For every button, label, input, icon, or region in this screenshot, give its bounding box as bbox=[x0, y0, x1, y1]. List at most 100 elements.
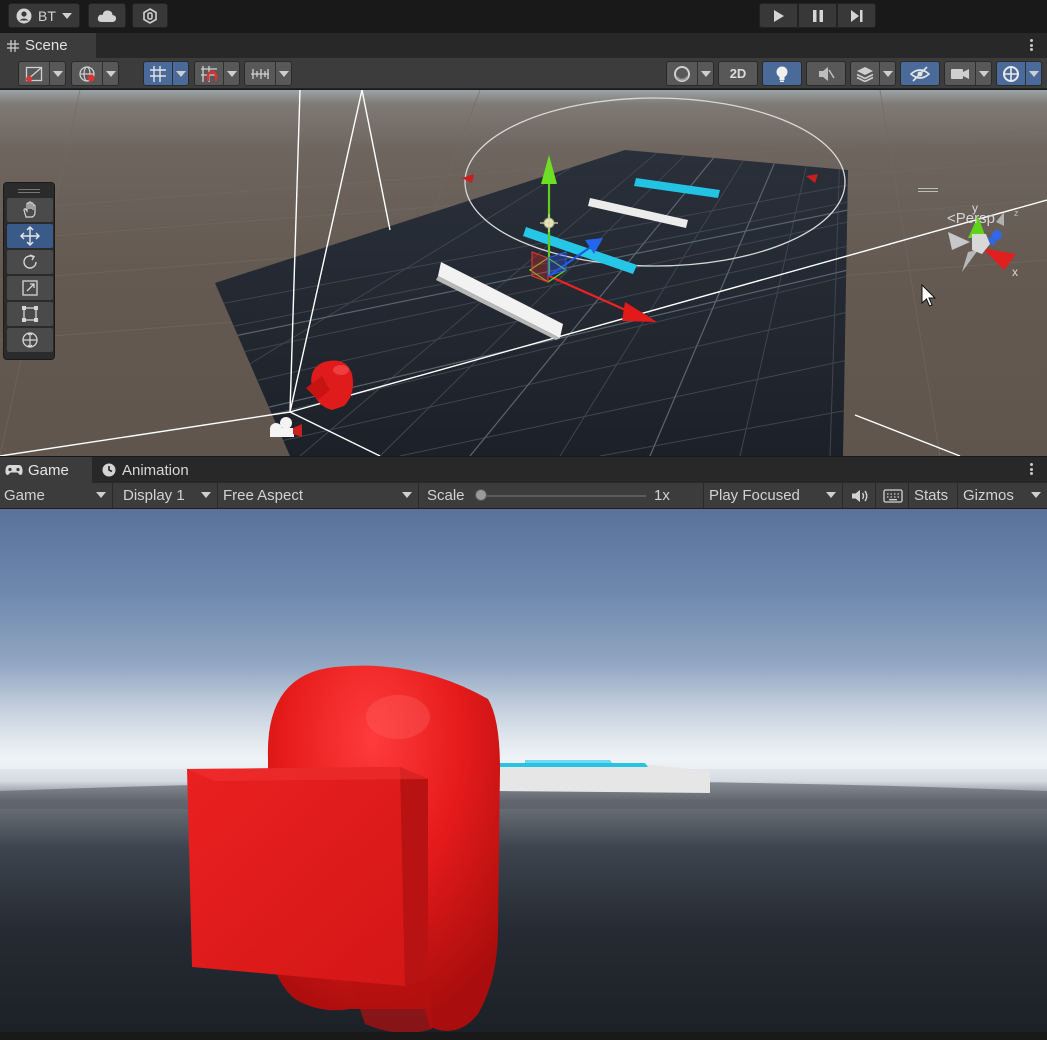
step-button[interactable] bbox=[837, 3, 876, 28]
chevron-down-icon bbox=[105, 70, 116, 77]
toggle-2d-button[interactable]: 2D bbox=[718, 61, 758, 86]
chevron-down-icon bbox=[226, 70, 237, 77]
scale-slider-thumb[interactable] bbox=[475, 489, 487, 501]
collab-icon bbox=[143, 7, 157, 24]
move-icon bbox=[20, 226, 40, 246]
transform-tool-button[interactable] bbox=[7, 328, 53, 352]
top-bar: BT bbox=[0, 0, 1047, 32]
account-label: BT bbox=[38, 7, 56, 24]
keyboard-icon bbox=[882, 488, 903, 503]
chevron-down-icon bbox=[278, 70, 289, 77]
distant-cyan-platform[interactable] bbox=[500, 763, 648, 767]
game-menu-icon[interactable] bbox=[1027, 461, 1035, 477]
speaker-icon bbox=[851, 489, 867, 502]
mute-audio-button[interactable] bbox=[844, 483, 876, 508]
gizmo-sphere-icon bbox=[1003, 65, 1020, 82]
gizmos-dropdown[interactable] bbox=[996, 61, 1042, 86]
effects-dropdown[interactable] bbox=[850, 61, 896, 86]
hidden-eye-icon bbox=[910, 65, 930, 82]
tab-game-label: Game bbox=[28, 461, 69, 479]
chevron-down-icon bbox=[1028, 70, 1039, 77]
pause-icon bbox=[812, 9, 823, 22]
play-mode-dropdown[interactable]: Play Focused bbox=[705, 483, 843, 508]
chevron-down-icon bbox=[402, 492, 412, 498]
audio-muted-icon bbox=[819, 66, 835, 81]
account-dropdown[interactable]: BT bbox=[8, 3, 80, 28]
chevron-down-icon bbox=[52, 70, 63, 77]
scene-visibility-toggle[interactable] bbox=[900, 61, 940, 86]
scene-render bbox=[0, 90, 1047, 456]
ground-plane[interactable] bbox=[215, 150, 848, 456]
snap-magnet-icon bbox=[201, 65, 218, 82]
projection-text: Persp bbox=[955, 210, 995, 227]
scale-slider-track[interactable] bbox=[478, 495, 646, 497]
scene-menu-icon[interactable] bbox=[1027, 37, 1035, 53]
collab-button[interactable] bbox=[132, 3, 168, 28]
hand-tool-button[interactable] bbox=[7, 198, 53, 222]
scale-value: 1x bbox=[654, 487, 670, 504]
tab-scene-label: Scene bbox=[25, 37, 68, 54]
hash-icon bbox=[7, 39, 19, 52]
transform-icon bbox=[22, 332, 38, 348]
camera-settings-dropdown[interactable] bbox=[944, 61, 992, 86]
orientation-gizmo-grip[interactable] bbox=[918, 188, 938, 193]
palette-grip[interactable] bbox=[6, 186, 52, 196]
draw-mode-dropdown[interactable] bbox=[18, 61, 66, 86]
audio-toggle-button[interactable] bbox=[806, 61, 846, 86]
move-tool-button[interactable] bbox=[7, 224, 53, 248]
scale-icon bbox=[22, 280, 38, 296]
scene-viewport[interactable]: y x z <Persp bbox=[0, 90, 1047, 456]
camera-icon bbox=[951, 68, 970, 79]
global-local-dropdown[interactable] bbox=[71, 61, 119, 86]
display-dropdown[interactable]: Display 1 bbox=[115, 483, 218, 508]
tab-animation[interactable]: Animation bbox=[97, 457, 207, 483]
game-render bbox=[0, 659, 1047, 1032]
stats-label: Stats bbox=[914, 487, 949, 504]
grid-snapping-dropdown[interactable] bbox=[194, 61, 240, 86]
grid-visibility-dropdown[interactable] bbox=[143, 61, 189, 86]
chevron-down-icon bbox=[700, 70, 711, 77]
cloud-button[interactable] bbox=[88, 3, 126, 28]
chevron-down-icon bbox=[201, 492, 211, 498]
chevron-down-icon bbox=[978, 70, 989, 77]
view-mode-label: Game bbox=[4, 487, 45, 504]
rect-tool-button[interactable] bbox=[7, 302, 53, 326]
display-label: Display 1 bbox=[123, 487, 185, 504]
mouse-cursor-icon bbox=[921, 284, 937, 307]
clock-icon bbox=[102, 463, 116, 477]
view-mode-dropdown[interactable]: Game bbox=[0, 483, 113, 508]
shortcuts-button[interactable] bbox=[877, 483, 909, 508]
scale-label: Scale bbox=[427, 487, 465, 504]
stats-button[interactable]: Stats bbox=[910, 483, 958, 508]
play-button[interactable] bbox=[759, 3, 798, 28]
gizmo-axis-x: x bbox=[1012, 265, 1018, 279]
rotate-tool-button[interactable] bbox=[7, 250, 53, 274]
step-icon bbox=[850, 9, 862, 22]
aspect-label: Free Aspect bbox=[223, 487, 304, 504]
rotate-icon bbox=[23, 254, 37, 269]
tab-game[interactable]: Game bbox=[0, 457, 92, 483]
gizmo-axis-z: z bbox=[1014, 208, 1019, 218]
grid-icon bbox=[150, 65, 167, 82]
tool-palette bbox=[3, 182, 55, 360]
scale-tool-button[interactable] bbox=[7, 276, 53, 300]
distant-platform[interactable] bbox=[495, 765, 710, 793]
backpack bbox=[187, 767, 428, 986]
projection-label[interactable]: <Persp bbox=[947, 210, 995, 227]
game-tab-bar: Game Animation bbox=[0, 457, 1047, 483]
tab-scene[interactable]: Scene bbox=[0, 33, 96, 58]
orientation-gizmo[interactable]: y x z bbox=[938, 190, 1028, 280]
draw-shading-dropdown[interactable] bbox=[666, 61, 714, 86]
gizmos-game-dropdown[interactable]: Gizmos bbox=[959, 483, 1047, 508]
account-icon bbox=[16, 8, 32, 23]
pause-button[interactable] bbox=[798, 3, 837, 28]
chevron-down-icon bbox=[61, 12, 72, 19]
lighting-toggle-button[interactable] bbox=[762, 61, 802, 86]
aspect-dropdown[interactable]: Free Aspect bbox=[219, 483, 419, 508]
game-viewport[interactable] bbox=[0, 509, 1047, 1032]
layers-icon bbox=[856, 66, 874, 82]
chevron-down-icon bbox=[826, 492, 836, 498]
globe-icon bbox=[79, 65, 95, 82]
increment-snap-dropdown[interactable] bbox=[244, 61, 292, 86]
gamepad-icon bbox=[5, 465, 23, 475]
